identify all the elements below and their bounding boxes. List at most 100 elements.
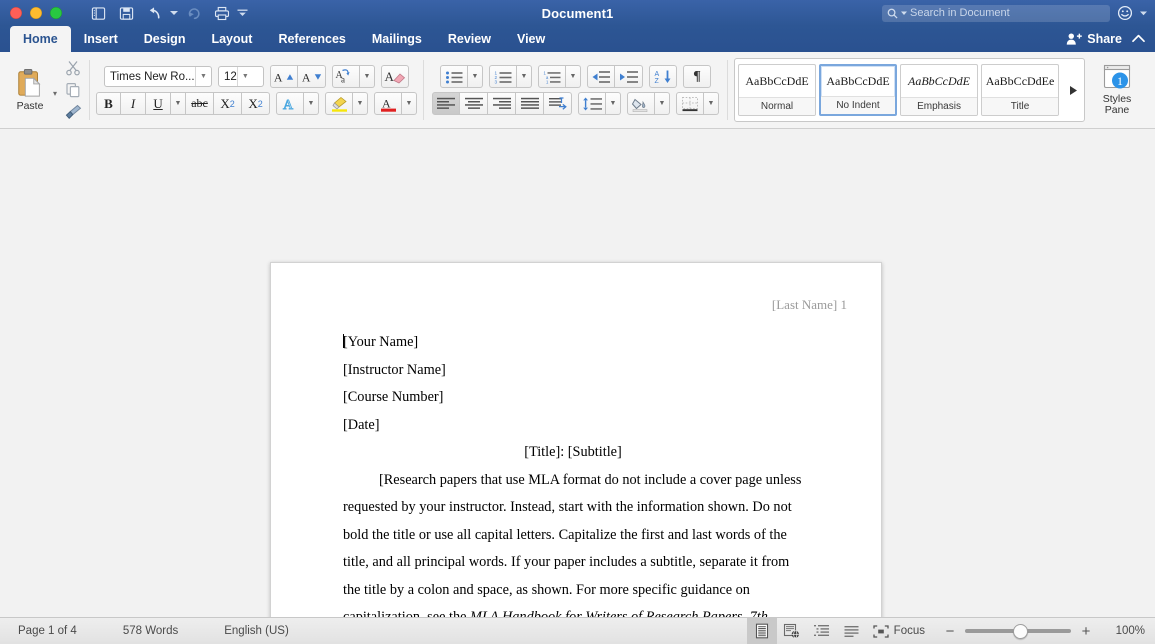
tab-design[interactable]: Design bbox=[131, 26, 199, 52]
close-window-button[interactable] bbox=[10, 7, 22, 19]
underline-caret-icon[interactable]: ▼ bbox=[171, 92, 187, 115]
show-paragraph-marks-button[interactable]: ¶ bbox=[683, 65, 712, 88]
font-size-combobox[interactable]: 12 ▼ bbox=[218, 66, 265, 87]
align-left-button[interactable] bbox=[432, 92, 461, 115]
highlight-button[interactable] bbox=[325, 92, 354, 115]
numbering-caret-icon[interactable]: ▼ bbox=[517, 65, 533, 88]
subscript-button[interactable]: X2 bbox=[214, 92, 243, 115]
tab-layout[interactable]: Layout bbox=[198, 26, 265, 52]
floppy-disk-icon[interactable] bbox=[112, 2, 140, 24]
italic-button[interactable]: I bbox=[121, 92, 147, 115]
multilevel-caret-icon[interactable]: ▼ bbox=[566, 65, 582, 88]
grow-font-button[interactable]: A bbox=[270, 65, 299, 88]
page-indicator[interactable]: Page 1 of 4 bbox=[18, 625, 123, 637]
copy-button[interactable] bbox=[61, 80, 85, 101]
share-button[interactable]: Share bbox=[1066, 32, 1122, 46]
text-effects-caret-icon[interactable]: ▼ bbox=[304, 92, 320, 115]
font-color-caret-icon[interactable]: ▼ bbox=[402, 92, 418, 115]
zoom-out-button[interactable]: − bbox=[943, 624, 957, 639]
shrink-font-button[interactable]: A bbox=[298, 65, 327, 88]
justify-button[interactable] bbox=[516, 92, 545, 115]
numbering-button[interactable]: 1 2 3 bbox=[489, 65, 518, 88]
undo-arrow-icon[interactable] bbox=[140, 2, 168, 24]
group-divider bbox=[89, 60, 91, 120]
font-family-combobox[interactable]: Times New Ro... ▼ bbox=[104, 66, 213, 87]
bold-button[interactable]: B bbox=[96, 92, 122, 115]
tab-view[interactable]: View bbox=[504, 26, 558, 52]
paragraph-row-1: ▼ 1 2 3 ▼ 1 a 1 ▼ A Z ¶ bbox=[440, 65, 712, 88]
tab-mailings[interactable]: Mailings bbox=[359, 26, 435, 52]
zoom-level-label[interactable]: 100% bbox=[1107, 625, 1145, 637]
underline-button[interactable]: U bbox=[146, 92, 172, 115]
doc-paragraph-1: [Research papers that use MLA format do … bbox=[343, 467, 803, 618]
account-caret-icon[interactable] bbox=[1140, 11, 1147, 16]
document-page[interactable]: [Last Name] 1 [Your Name] [Instructor Na… bbox=[270, 262, 882, 617]
undo-dropdown-caret-icon[interactable] bbox=[168, 2, 180, 24]
search-input[interactable]: Search in Document bbox=[882, 4, 1110, 22]
styles-pane-icon: 1 bbox=[1103, 64, 1131, 88]
zoom-in-button[interactable]: + bbox=[1079, 624, 1093, 639]
zoom-window-button[interactable] bbox=[50, 7, 62, 19]
style-item-title[interactable]: AaBbCcDdEe Title bbox=[981, 64, 1060, 116]
superscript-button[interactable]: X2 bbox=[242, 92, 271, 115]
borders-button[interactable] bbox=[676, 92, 705, 115]
word-count[interactable]: 578 Words bbox=[123, 625, 224, 637]
text-style-buttons: B I U ▼ abc X2 X2 bbox=[96, 92, 271, 115]
strikethrough-button[interactable]: abc bbox=[186, 92, 215, 115]
para1-part1: [Research papers that use MLA format do … bbox=[343, 471, 802, 618]
highlight-caret-icon[interactable]: ▼ bbox=[353, 92, 369, 115]
multilevel-list-button[interactable]: 1 a 1 bbox=[538, 65, 567, 88]
print-layout-view-button[interactable] bbox=[746, 618, 777, 644]
collapse-ribbon-chevron-icon[interactable] bbox=[1132, 32, 1145, 47]
style-item-emphasis[interactable]: AaBbCcDdE Emphasis bbox=[900, 64, 979, 116]
align-center-button[interactable] bbox=[460, 92, 489, 115]
redo-arrow-icon[interactable] bbox=[180, 2, 208, 24]
tab-home[interactable]: Home bbox=[10, 26, 71, 52]
printer-icon[interactable] bbox=[208, 2, 236, 24]
focus-mode-button[interactable]: Focus bbox=[867, 618, 935, 644]
align-right-button[interactable] bbox=[488, 92, 517, 115]
customize-toolbar-caret-icon[interactable] bbox=[236, 2, 248, 24]
panel-icon[interactable] bbox=[84, 2, 112, 24]
format-painter-button[interactable] bbox=[61, 102, 85, 123]
style-item-no-indent[interactable]: AaBbCcDdE No Indent bbox=[819, 64, 898, 116]
line-spacing-caret-icon[interactable]: ▼ bbox=[606, 92, 622, 115]
change-case-caret-icon[interactable]: ▼ bbox=[360, 65, 376, 88]
increase-indent-button[interactable] bbox=[615, 65, 644, 88]
text-direction-button[interactable] bbox=[544, 92, 573, 115]
web-layout-view-button[interactable] bbox=[777, 618, 807, 644]
clear-formatting-button[interactable]: A bbox=[381, 65, 410, 88]
font-color-button[interactable]: A bbox=[374, 92, 403, 115]
tab-insert[interactable]: Insert bbox=[71, 26, 131, 52]
zoom-slider-knob[interactable] bbox=[1013, 623, 1028, 639]
bullets-caret-icon[interactable]: ▼ bbox=[468, 65, 484, 88]
decrease-indent-button[interactable] bbox=[587, 65, 616, 88]
outline-view-button[interactable] bbox=[807, 618, 837, 644]
minimize-window-button[interactable] bbox=[30, 7, 42, 19]
shading-caret-icon[interactable]: ▼ bbox=[655, 92, 671, 115]
zoom-slider[interactable] bbox=[965, 618, 1071, 644]
cut-button[interactable] bbox=[61, 58, 85, 79]
shading-button[interactable] bbox=[627, 92, 656, 115]
line-spacing-button[interactable] bbox=[578, 92, 607, 115]
borders-caret-icon[interactable]: ▼ bbox=[704, 92, 720, 115]
tab-review[interactable]: Review bbox=[435, 26, 504, 52]
document-canvas[interactable]: [Last Name] 1 [Your Name] [Instructor Na… bbox=[0, 129, 1155, 617]
style-item-normal[interactable]: AaBbCcDdE Normal bbox=[738, 64, 817, 116]
smiley-feedback-icon[interactable] bbox=[1116, 4, 1134, 22]
paste-button[interactable]: Paste bbox=[8, 68, 52, 112]
styles-pane-button[interactable]: 1 Styles Pane bbox=[1091, 64, 1143, 117]
change-case-button[interactable]: A a bbox=[332, 65, 361, 88]
text-effects-button[interactable]: A bbox=[276, 92, 305, 115]
draft-view-button[interactable] bbox=[837, 618, 867, 644]
bullets-button[interactable] bbox=[440, 65, 469, 88]
font-size-caret-icon[interactable]: ▼ bbox=[238, 73, 253, 80]
paste-dropdown-caret-icon[interactable]: ▾ bbox=[53, 89, 57, 98]
language-indicator[interactable]: English (US) bbox=[224, 625, 335, 637]
tab-references[interactable]: References bbox=[265, 26, 358, 52]
styles-gallery-next-arrow-icon[interactable] bbox=[1062, 64, 1084, 116]
font-family-caret-icon[interactable]: ▼ bbox=[196, 73, 211, 80]
superscript-label: X bbox=[248, 95, 258, 111]
status-left: Page 1 of 4 578 Words English (US) bbox=[0, 625, 335, 637]
sort-button[interactable]: A Z bbox=[649, 65, 678, 88]
